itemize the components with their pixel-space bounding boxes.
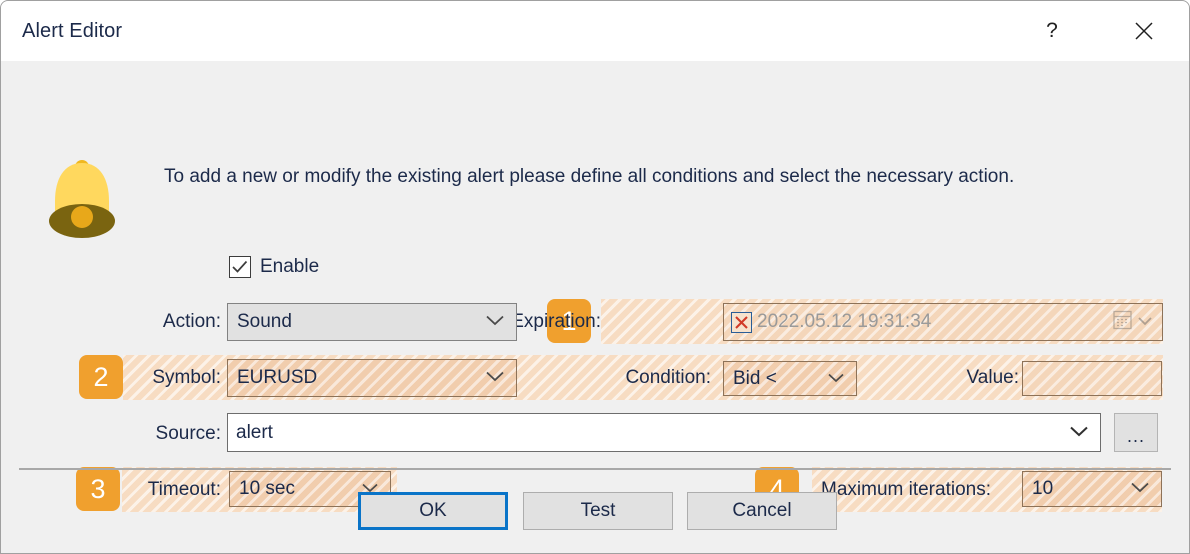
source-select[interactable]: alert	[227, 413, 1101, 452]
expiration-value: 2022.05.12 19:31:34	[757, 311, 932, 332]
condition-label: Condition:	[625, 367, 711, 388]
enable-label: Enable	[260, 256, 320, 277]
chevron-down-icon	[486, 313, 504, 331]
timeout-label: Timeout:	[147, 479, 221, 500]
timeout-value: 10 sec	[239, 478, 295, 499]
symbol-value: EURUSD	[237, 367, 318, 388]
browse-button[interactable]: ...	[1114, 413, 1158, 452]
title-bar: Alert Editor ?	[1, 1, 1189, 62]
value-input[interactable]	[1022, 361, 1162, 396]
condition-select[interactable]: Bid <	[723, 361, 857, 396]
value-label: Value:	[966, 367, 1019, 388]
window-title: Alert Editor	[22, 20, 123, 42]
max-iterations-select[interactable]: 10	[1022, 471, 1162, 507]
expiration-datetime-field[interactable]: 2022.05.12 19:31:34	[723, 303, 1163, 341]
chevron-down-icon	[1070, 424, 1088, 442]
bell-icon	[39, 153, 125, 245]
chevron-down-icon	[486, 369, 504, 387]
chevron-down-icon	[828, 370, 844, 388]
help-button[interactable]: ?	[1019, 1, 1085, 60]
source-value: alert	[236, 421, 273, 443]
action-value: Sound	[237, 311, 292, 332]
test-button[interactable]: Test	[523, 492, 673, 530]
max-iterations-value: 10	[1032, 478, 1054, 499]
chevron-down-icon[interactable]	[1138, 313, 1152, 331]
dialog-body: To add a new or modify the existing aler…	[1, 61, 1189, 553]
question-mark-icon: ?	[1046, 18, 1058, 42]
alert-editor-dialog: Alert Editor ? To add a new or modify th…	[0, 0, 1190, 554]
instruction-text: To add a new or modify the existing aler…	[164, 166, 1015, 187]
chevron-down-icon	[1131, 480, 1149, 498]
close-icon	[1133, 20, 1155, 42]
action-label: Action:	[162, 311, 221, 332]
calendar-icon[interactable]	[1113, 310, 1132, 335]
symbol-select[interactable]: EURUSD	[227, 359, 517, 397]
symbol-label: Symbol:	[152, 367, 221, 388]
close-button[interactable]	[1111, 1, 1177, 60]
condition-value: Bid <	[733, 367, 777, 389]
action-select[interactable]: Sound	[227, 303, 517, 341]
enable-checkbox-row[interactable]: Enable	[229, 256, 319, 278]
enable-checkbox[interactable]	[229, 256, 251, 278]
footer-divider	[19, 468, 1171, 470]
cancel-button[interactable]: Cancel	[687, 492, 837, 530]
red-x-icon[interactable]	[731, 311, 752, 333]
source-label: Source:	[155, 423, 221, 444]
ok-button[interactable]: OK	[358, 492, 508, 530]
